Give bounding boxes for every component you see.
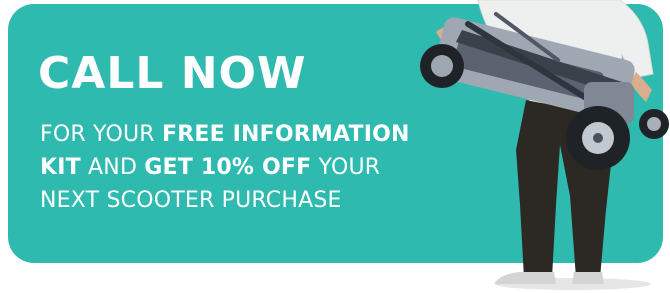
right-shoe xyxy=(572,272,604,284)
subtext-discount: GET 10% OFF xyxy=(144,155,312,180)
call-now-headline: CALL NOW xyxy=(38,48,307,99)
subtext-and: AND xyxy=(80,155,145,180)
left-shoe xyxy=(494,272,556,284)
subtext-your: YOUR xyxy=(311,155,381,180)
person-with-folded-scooter-image xyxy=(408,0,670,293)
subtext-next-scooter: NEXT SCOOTER PURCHASE xyxy=(40,188,342,213)
subtext-kit: KIT xyxy=(40,155,81,180)
subtext-for-your: FOR YOUR xyxy=(40,122,162,147)
subtext-free-information: FREE INFORMATION xyxy=(161,122,410,147)
